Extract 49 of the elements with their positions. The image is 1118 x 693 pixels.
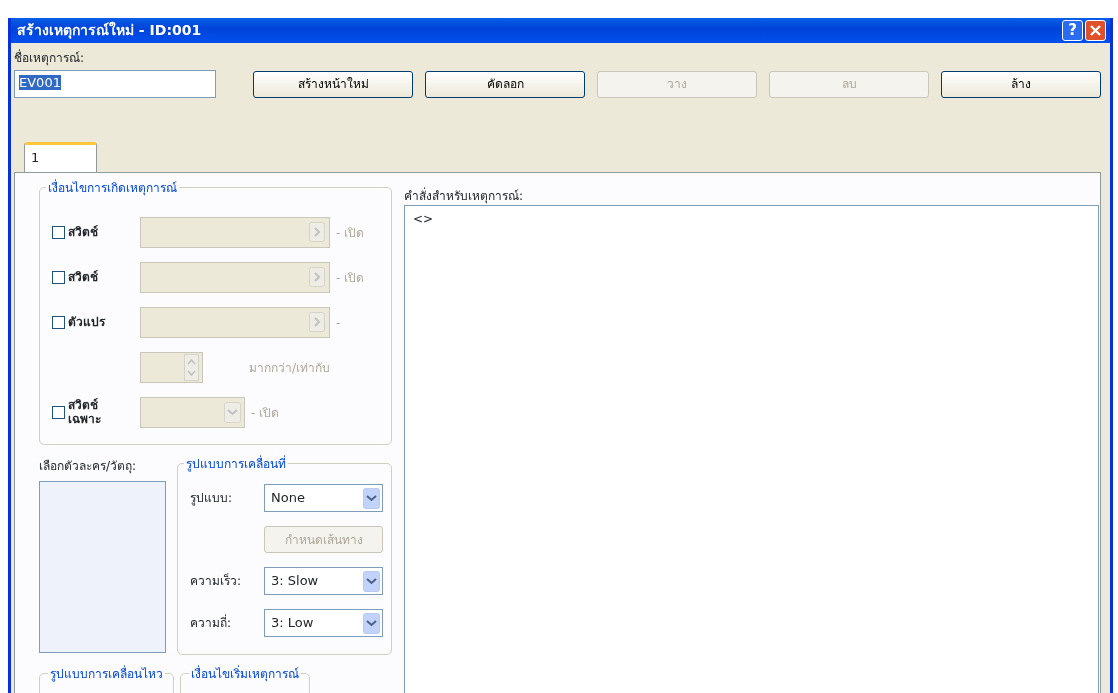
tab[interactable]: 1: [24, 142, 97, 172]
field-label: คำสั่งสำหรับเหตุการณ์:: [404, 187, 525, 205]
suffix-label: - เปิด: [251, 404, 280, 422]
chevron-down-icon[interactable]: [363, 570, 380, 592]
group-title: เงื่อนไขเริ่มเหตุการณ์: [189, 667, 301, 681]
checkbox[interactable]: [52, 316, 65, 329]
checkbox-label: สวิตช์ เฉพาะ: [68, 398, 102, 427]
action-button[interactable]: สร้างหน้าใหม่: [253, 70, 413, 98]
picker-field[interactable]: [140, 307, 330, 338]
dropdown[interactable]: [140, 397, 245, 428]
command-editor[interactable]: <>: [404, 205, 1099, 693]
checkbox[interactable]: [52, 226, 65, 239]
field-label: รูปแบบ:: [190, 490, 234, 507]
help-button[interactable]: ?: [1062, 20, 1083, 41]
checkbox-label: สวิตช์: [68, 225, 99, 240]
checkbox-label: สวิตช์: [68, 270, 99, 285]
checkbox-label: ตัวแปร: [68, 315, 107, 330]
group-title: รูปแบบการเคลื่อนที่: [184, 455, 288, 473]
picker-field[interactable]: [140, 262, 330, 293]
picker-field[interactable]: [140, 217, 330, 248]
group-title: เงื่อนไขการเกิดเหตุการณ์: [46, 179, 179, 197]
chevron-down-icon[interactable]: [363, 612, 380, 634]
field-label: เลือกตัวละคร/วัตถุ:: [39, 458, 138, 475]
dropdown[interactable]: None: [264, 484, 383, 512]
suffix-label: - เปิด: [336, 224, 365, 242]
action-button[interactable]: คัดลอก: [425, 70, 585, 98]
character-list[interactable]: [39, 481, 166, 653]
chevron-right-icon[interactable]: [309, 267, 326, 288]
field-label: ความถี่:: [190, 614, 233, 632]
chevron-right-icon[interactable]: [309, 312, 326, 333]
field-label: ชื่อเหตุการณ์:: [14, 49, 86, 67]
event-name-field[interactable]: EV001: [14, 70, 216, 98]
suffix-label: - เปิด: [336, 269, 365, 287]
close-button[interactable]: [1085, 20, 1106, 41]
chevron-down-icon[interactable]: [363, 487, 380, 509]
suffix-label: -: [336, 314, 341, 332]
window-title: สร้างเหตุการณ์ใหม่ - ID:001: [17, 20, 203, 41]
action-button[interactable]: ล้าง: [941, 70, 1101, 98]
spin-field[interactable]: [140, 352, 203, 383]
chevron-right-icon[interactable]: [309, 222, 326, 243]
group-title: รูปแบบการเคลื่อนไหว: [48, 667, 165, 681]
checkbox[interactable]: [52, 406, 65, 419]
suffix-label: มากกว่า/เท่ากับ: [249, 359, 331, 377]
spinner-arrows-icon[interactable]: [184, 354, 199, 381]
dropdown[interactable]: 3: Low: [264, 609, 383, 637]
dropdown[interactable]: 3: Slow: [264, 567, 383, 595]
checkbox[interactable]: [52, 271, 65, 284]
field-label: ความเร็ว:: [190, 572, 243, 590]
close-icon: [1089, 24, 1102, 37]
